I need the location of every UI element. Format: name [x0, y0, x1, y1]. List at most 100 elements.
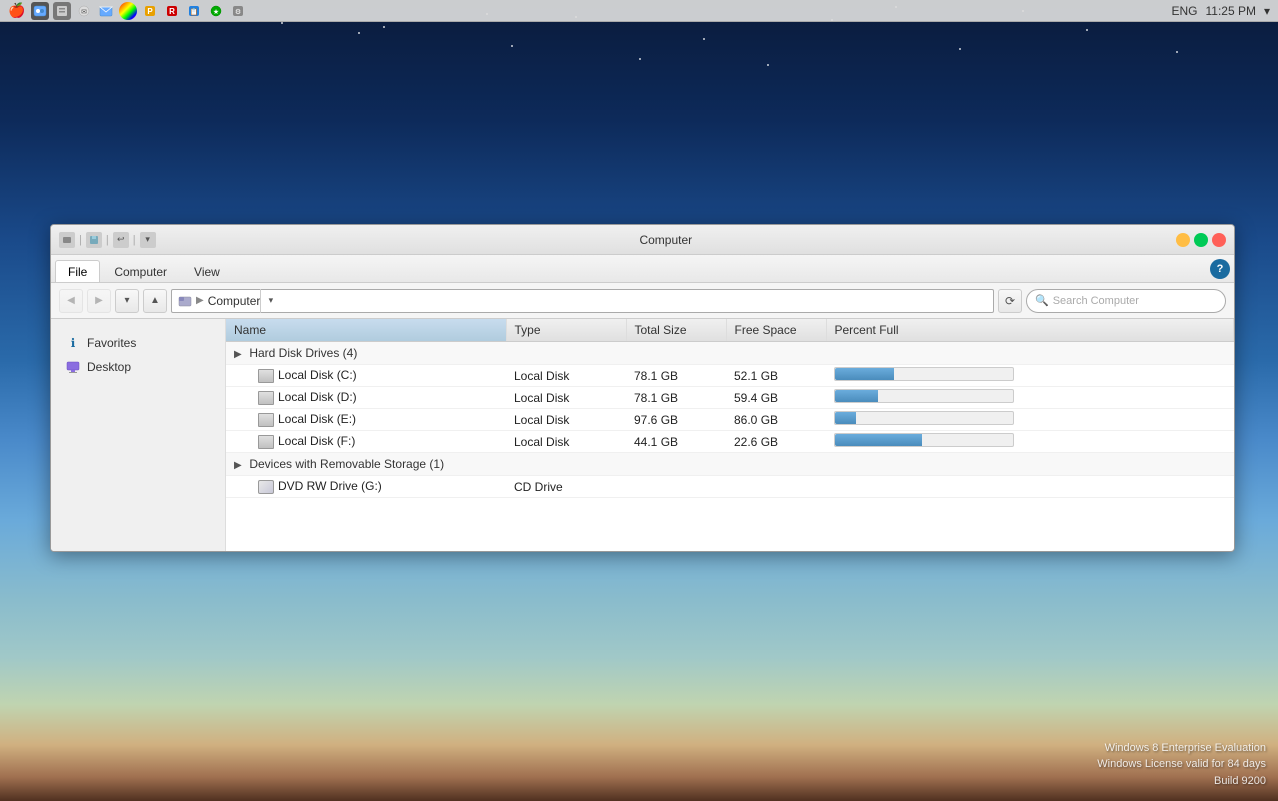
- desktop-label: Desktop: [87, 360, 131, 374]
- cell-percent: [826, 431, 1234, 453]
- table-row[interactable]: DVD RW Drive (G:) CD Drive: [226, 476, 1234, 498]
- table-row[interactable]: Local Disk (C:) Local Disk 78.1 GB 52.1 …: [226, 365, 1234, 387]
- cell-free: 52.1 GB: [726, 365, 826, 387]
- cell-name: Local Disk (F:): [226, 431, 506, 453]
- cell-total: 44.1 GB: [626, 431, 726, 453]
- table-row[interactable]: Local Disk (F:) Local Disk 44.1 GB 22.6 …: [226, 431, 1234, 453]
- cell-name: Local Disk (D:): [226, 387, 506, 409]
- cell-percent: [826, 409, 1234, 431]
- sidebar: ℹ Favorites Desktop: [51, 319, 226, 551]
- icon6[interactable]: P: [141, 2, 159, 20]
- menubar: 🍎 ✉ P R 📋: [0, 0, 1278, 22]
- dvd-icon: [258, 480, 274, 494]
- table-group-header[interactable]: ▶ Hard Disk Drives (4): [226, 342, 1234, 365]
- col-percent-full[interactable]: Percent Full: [826, 319, 1234, 342]
- separator3: |: [133, 234, 136, 246]
- cell-total: 78.1 GB: [626, 387, 726, 409]
- cell-name: DVD RW Drive (G:): [226, 476, 506, 498]
- address-dropdown[interactable]: ▾: [260, 289, 280, 313]
- tab-view[interactable]: View: [181, 260, 233, 282]
- dropdown-button[interactable]: ▾: [115, 289, 139, 313]
- icon8[interactable]: 📋: [185, 2, 203, 20]
- cell-type: Local Disk: [506, 431, 626, 453]
- cell-percent: [826, 365, 1234, 387]
- windows-watermark: Windows 8 Enterprise Evaluation Windows …: [1097, 740, 1266, 790]
- svg-text:P: P: [148, 7, 154, 16]
- search-placeholder: Search Computer: [1053, 295, 1217, 307]
- disk-icon: [258, 391, 274, 405]
- watermark-line3: Build 9200: [1097, 773, 1266, 790]
- back-button[interactable]: ◀: [59, 289, 83, 313]
- icon9[interactable]: ★: [207, 2, 225, 20]
- undo-icon[interactable]: ↩: [113, 232, 129, 248]
- sidebar-section-favorites: ℹ Favorites Desktop: [51, 327, 225, 383]
- apple-icon[interactable]: 🍎: [8, 2, 25, 19]
- cell-name: Local Disk (E:): [226, 409, 506, 431]
- col-total-size[interactable]: Total Size: [626, 319, 726, 342]
- watermark-line1: Windows 8 Enterprise Evaluation: [1097, 740, 1266, 757]
- forward-button[interactable]: ▶: [87, 289, 111, 313]
- maximize-button[interactable]: [1194, 233, 1208, 247]
- cell-free: 59.4 GB: [726, 387, 826, 409]
- cell-total: 78.1 GB: [626, 365, 726, 387]
- cell-percent: [826, 476, 1234, 498]
- explorer-window: | | ↩ | ▾ Computer File Computer View ?: [50, 224, 1235, 552]
- progress-bar-fill: [835, 434, 922, 446]
- col-name[interactable]: Name: [226, 319, 506, 342]
- finder-icon[interactable]: [31, 2, 49, 20]
- table-row[interactable]: Local Disk (E:) Local Disk 97.6 GB 86.0 …: [226, 409, 1234, 431]
- sidebar-item-favorites[interactable]: ℹ Favorites: [59, 331, 217, 355]
- quick-access-dropdown[interactable]: ▾: [140, 232, 156, 248]
- up-button[interactable]: ▲: [143, 289, 167, 313]
- language-indicator: ENG: [1171, 4, 1197, 18]
- watermark-line2: Windows License valid for 84 days: [1097, 756, 1266, 773]
- cell-free: [726, 476, 826, 498]
- svg-text:✉: ✉: [82, 9, 88, 16]
- icon7[interactable]: R: [163, 2, 181, 20]
- desktop-icon: [65, 359, 81, 375]
- cell-type: Local Disk: [506, 387, 626, 409]
- titlebar-controls-left: | | ↩ | ▾: [59, 232, 156, 248]
- col-type[interactable]: Type: [506, 319, 626, 342]
- path-icon: [178, 294, 192, 308]
- file-list[interactable]: Name Type Total Size Free Space Percent …: [226, 319, 1234, 551]
- refresh-button[interactable]: ⟳: [998, 289, 1022, 313]
- favorites-label: Favorites: [87, 336, 136, 350]
- icon3[interactable]: ✉: [75, 2, 93, 20]
- cell-type: CD Drive: [506, 476, 626, 498]
- cell-total: [626, 476, 726, 498]
- cell-percent: [826, 387, 1234, 409]
- cell-free: 22.6 GB: [726, 431, 826, 453]
- tab-computer[interactable]: Computer: [101, 260, 180, 282]
- separator1: |: [79, 234, 82, 246]
- window-title: Computer: [156, 233, 1176, 247]
- svg-text:📋: 📋: [190, 7, 199, 16]
- table-row[interactable]: Local Disk (D:) Local Disk 78.1 GB 59.4 …: [226, 387, 1234, 409]
- col-free-space[interactable]: Free Space: [726, 319, 826, 342]
- ribbon-tabs: File Computer View ?: [51, 255, 1234, 283]
- expand-arrow[interactable]: ▶: [234, 460, 246, 471]
- close-button[interactable]: [1212, 233, 1226, 247]
- menubar-right: ENG 11:25 PM ▾: [1171, 4, 1270, 18]
- icon2[interactable]: [53, 2, 71, 20]
- help-button[interactable]: ?: [1210, 259, 1230, 279]
- favorites-icon: ℹ: [65, 335, 81, 351]
- search-box[interactable]: 🔍 Search Computer: [1026, 289, 1226, 313]
- table-group-header[interactable]: ▶ Devices with Removable Storage (1): [226, 453, 1234, 476]
- minimize-button[interactable]: [1176, 233, 1190, 247]
- icon5[interactable]: [119, 2, 137, 20]
- address-bar: ◀ ▶ ▾ ▲ ▶ Computer ▾ ⟳ 🔍 Search Computer: [51, 283, 1234, 319]
- address-path[interactable]: ▶ Computer ▾: [171, 289, 994, 313]
- disk-icon: [258, 369, 274, 383]
- icon4[interactable]: [97, 2, 115, 20]
- address-arrow: ▶: [196, 295, 204, 306]
- expand-arrow[interactable]: ▶: [234, 349, 246, 360]
- dropdown-arrow[interactable]: ▾: [1264, 4, 1270, 18]
- save-icon[interactable]: [86, 232, 102, 248]
- icon10[interactable]: ⚙: [229, 2, 247, 20]
- disk-icon: [258, 435, 274, 449]
- desktop: 🍎 ✉ P R 📋: [0, 0, 1278, 801]
- sidebar-item-desktop[interactable]: Desktop: [59, 355, 217, 379]
- tab-file[interactable]: File: [55, 260, 100, 282]
- clock: 11:25 PM: [1205, 4, 1255, 18]
